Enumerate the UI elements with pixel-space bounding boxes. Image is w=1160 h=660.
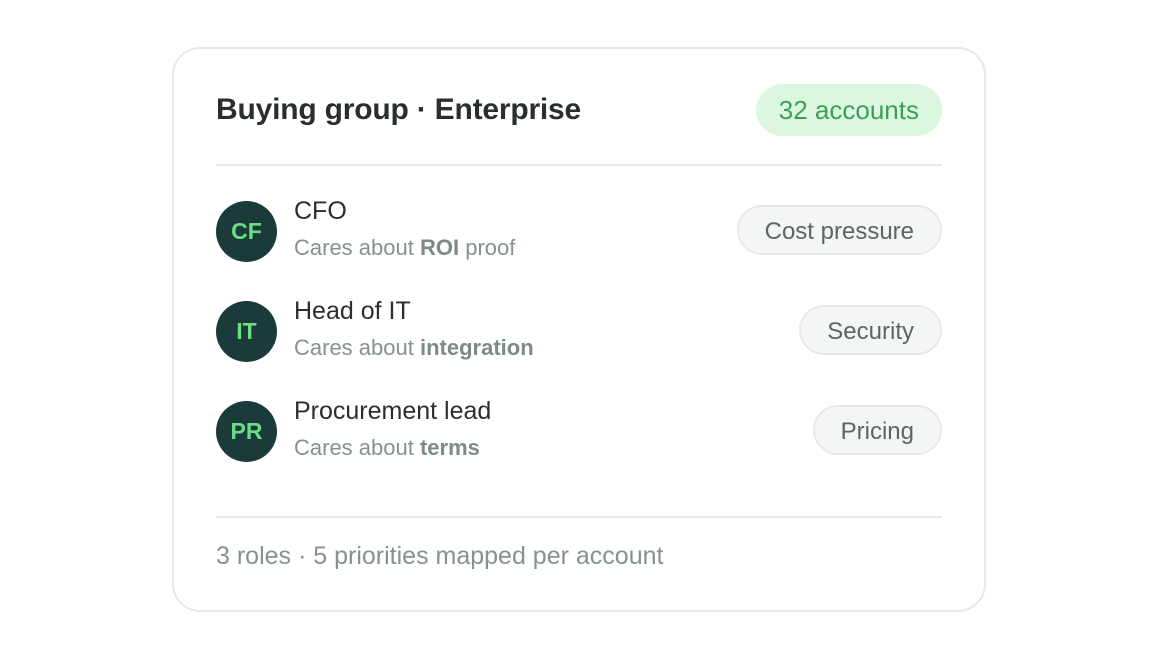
card-footer-summary: 3 roles · 5 priorities mapped per accoun… bbox=[216, 542, 664, 570]
buying-group-card: Buying group · Enterprise 32 accounts CF… bbox=[172, 47, 986, 612]
priority-tag[interactable]: Pricing bbox=[812, 405, 942, 455]
cares-focus: terms bbox=[419, 435, 480, 460]
role-name: Procurement lead bbox=[294, 397, 492, 425]
accounts-count-badge[interactable]: 32 accounts bbox=[755, 84, 942, 136]
role-item-procurement-lead[interactable]: PR Procurement lead Cares about terms Pr… bbox=[216, 395, 942, 495]
role-name: CFO bbox=[294, 197, 347, 225]
avatar: CF bbox=[216, 201, 277, 262]
role-text: Head of IT Cares about integration bbox=[294, 295, 534, 362]
role-cares-about: Cares about ROI proof bbox=[294, 234, 515, 262]
role-name: Head of IT bbox=[294, 297, 411, 325]
priority-tag[interactable]: Security bbox=[799, 305, 942, 355]
avatar: PR bbox=[216, 401, 277, 462]
roles-list: CF CFO Cares about ROI proof Cost pressu… bbox=[216, 195, 942, 495]
card-title: Buying group · Enterprise bbox=[216, 93, 582, 126]
header-divider bbox=[216, 164, 942, 166]
cares-focus: ROI bbox=[419, 235, 460, 260]
role-text: CFO Cares about ROI proof bbox=[294, 195, 515, 262]
cares-focus: integration bbox=[419, 335, 534, 360]
priority-tag[interactable]: Cost pressure bbox=[736, 205, 942, 255]
role-item-head-of-it[interactable]: IT Head of IT Cares about integration Se… bbox=[216, 295, 942, 395]
role-cares-about: Cares about integration bbox=[294, 334, 534, 362]
cares-suffix: proof bbox=[459, 235, 516, 260]
cares-prefix: Cares about bbox=[294, 335, 420, 360]
role-text: Procurement lead Cares about terms bbox=[294, 395, 491, 462]
role-cares-about: Cares about terms bbox=[294, 434, 491, 462]
role-item-cfo[interactable]: CF CFO Cares about ROI proof Cost pressu… bbox=[216, 195, 942, 295]
footer-divider bbox=[216, 516, 942, 518]
avatar: IT bbox=[216, 301, 277, 362]
card-header: Buying group · Enterprise 32 accounts bbox=[216, 83, 942, 137]
cares-prefix: Cares about bbox=[294, 235, 420, 260]
cares-prefix: Cares about bbox=[294, 435, 420, 460]
